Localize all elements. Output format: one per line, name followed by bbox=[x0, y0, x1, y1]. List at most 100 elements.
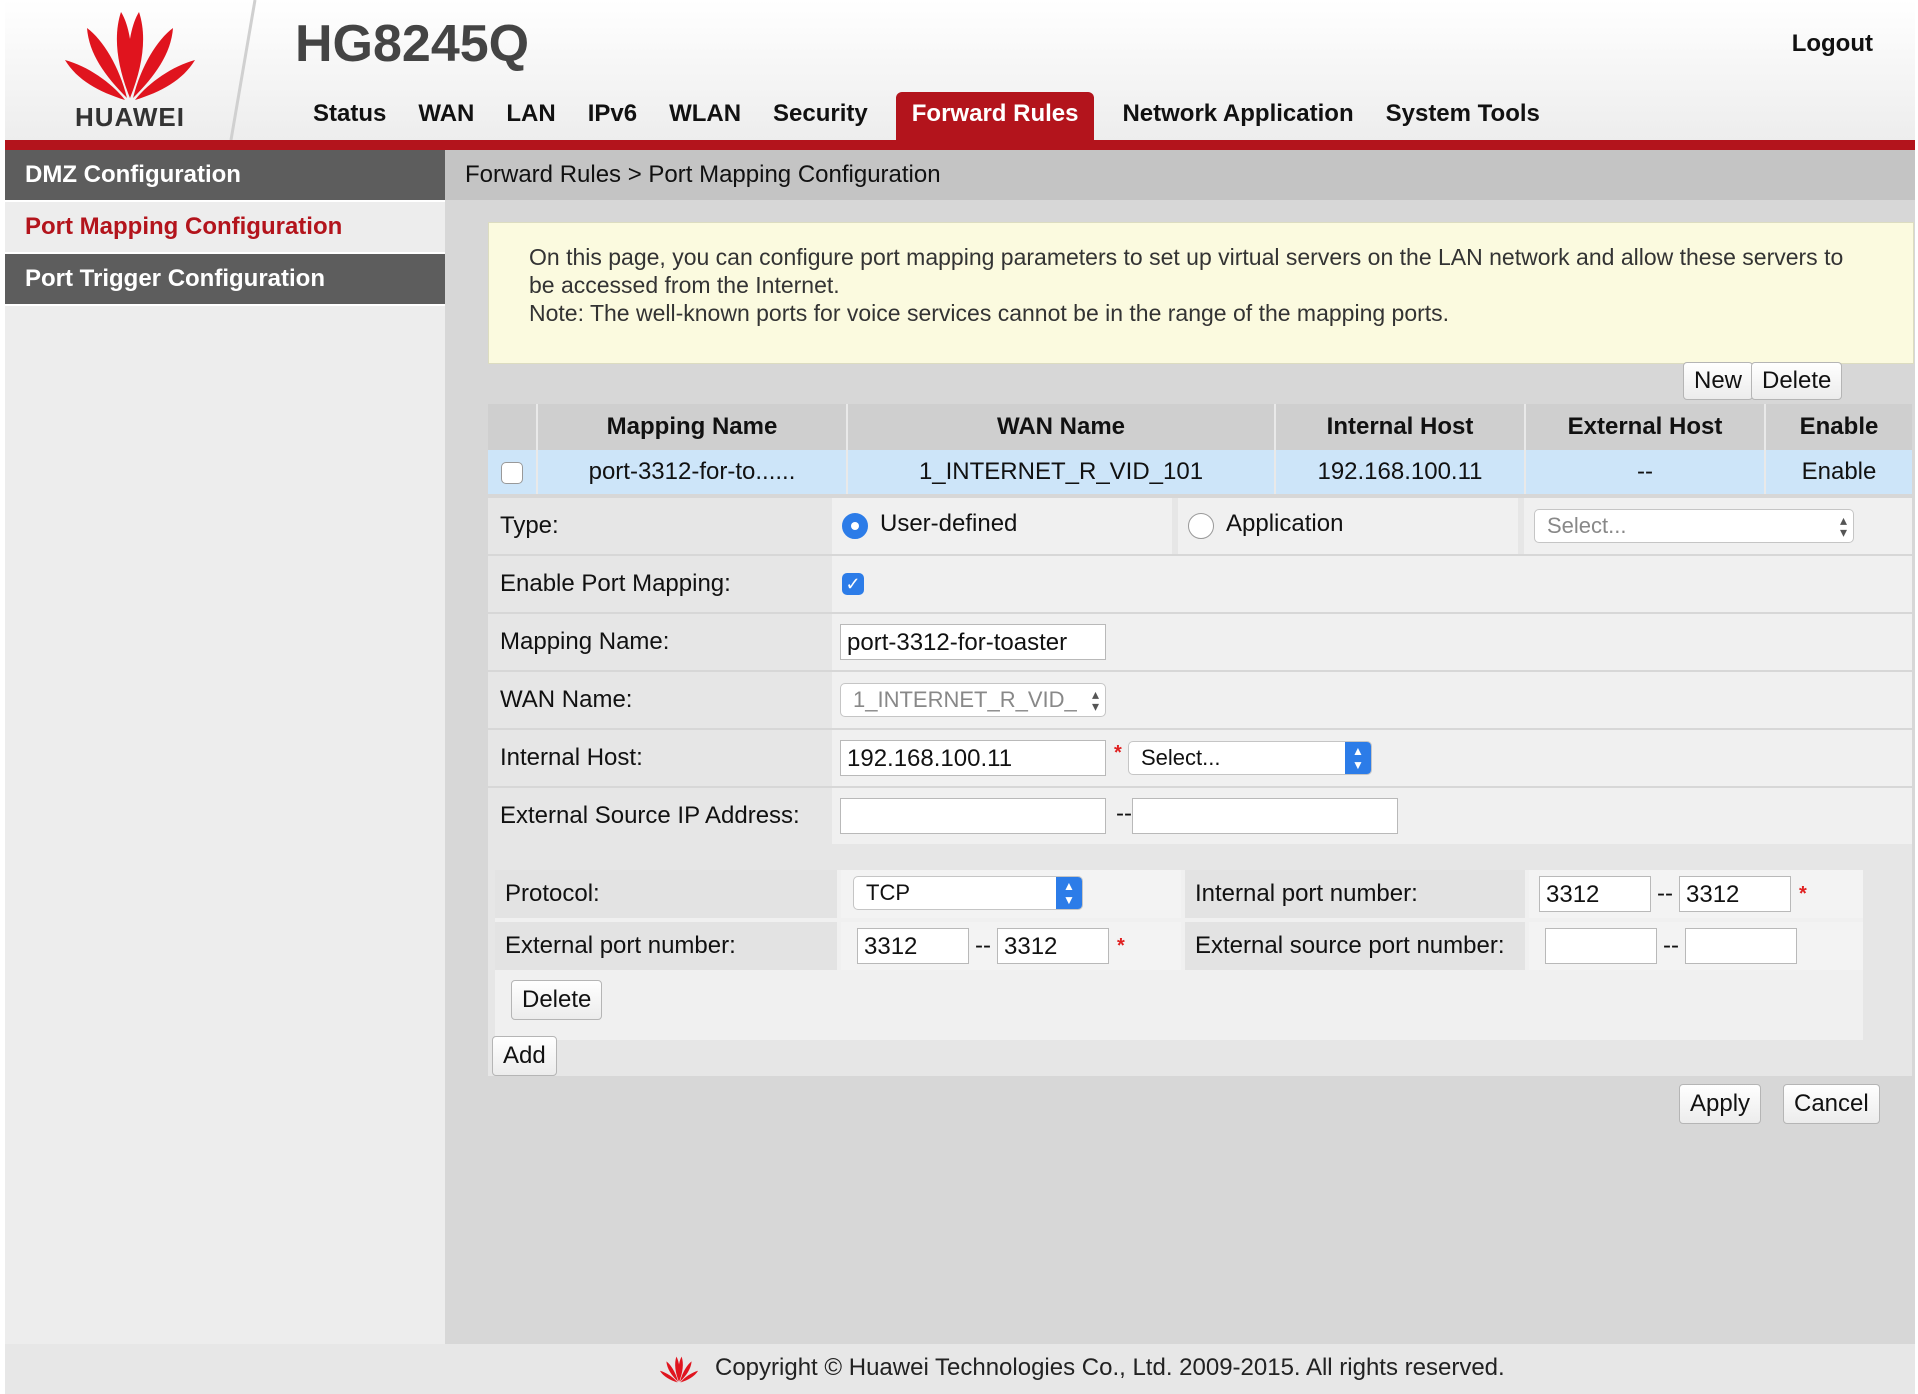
range-dash: -- bbox=[1657, 880, 1673, 907]
nav-network-application[interactable]: Network Application bbox=[1106, 92, 1369, 140]
main-nav: Status WAN LAN IPv6 WLAN Security Forwar… bbox=[297, 92, 1556, 140]
chevron-updown-icon: ▴ ▾ bbox=[1091, 686, 1099, 714]
external-source-ip-start-input[interactable] bbox=[840, 798, 1106, 834]
internal-port-end-input[interactable]: 3312 bbox=[1679, 876, 1791, 912]
info-notice: On this page, you can configure port map… bbox=[488, 222, 1914, 364]
nav-system-tools[interactable]: System Tools bbox=[1370, 92, 1556, 140]
cell-internal-host: 192.168.100.11 bbox=[1275, 450, 1526, 494]
application-select-cell: Select... ▴ ▾ bbox=[1524, 498, 1912, 554]
device-model: HG8245Q bbox=[295, 15, 530, 73]
external-source-ip-end-input[interactable] bbox=[1132, 798, 1398, 834]
type-user-defined-cell: User-defined bbox=[832, 498, 1172, 554]
chevron-updown-icon: ▲ ▼ bbox=[1056, 877, 1082, 909]
type-application-label: Application bbox=[1226, 510, 1344, 537]
delete-button[interactable]: Delete bbox=[1751, 362, 1843, 400]
internal-port-start-input[interactable]: 3312 bbox=[1539, 876, 1651, 912]
wan-name-select[interactable]: 1_INTERNET_R_VID_ ▴ ▾ bbox=[840, 683, 1106, 717]
header: HUAWEI HG8245Q Logout Status WAN LAN IPv… bbox=[5, 0, 1915, 140]
row-checkbox-cell bbox=[488, 450, 538, 494]
protocol-select-value: TCP bbox=[866, 880, 910, 905]
mapping-name-input[interactable]: port-3312-for-toaster bbox=[840, 624, 1106, 660]
type-label: Type: bbox=[488, 498, 830, 554]
cell-mapping-name: port-3312-for-to...... bbox=[537, 450, 848, 494]
delete-port-row-button[interactable]: Delete bbox=[511, 980, 603, 1020]
port-range-table: Protocol: TCP ▲ ▼ Internal port number: 3… bbox=[495, 870, 1863, 1040]
nav-security[interactable]: Security bbox=[757, 92, 884, 140]
cell-enable: Enable bbox=[1765, 450, 1912, 494]
wan-name-cell: 1_INTERNET_R_VID_ ▴ ▾ bbox=[832, 672, 1912, 728]
required-mark: * bbox=[1117, 935, 1125, 957]
internal-host-label: Internal Host: bbox=[488, 730, 830, 786]
type-row: Type: User-defined Application Select...… bbox=[488, 498, 1912, 556]
external-port-start-input[interactable]: 3312 bbox=[857, 928, 969, 964]
notice-note: Note: The well-known ports for voice ser… bbox=[529, 300, 1450, 326]
range-dash: -- bbox=[1663, 932, 1679, 959]
new-button[interactable]: New bbox=[1683, 362, 1754, 400]
protocol-cell: TCP ▲ ▼ bbox=[841, 870, 1181, 918]
brand-name: HUAWEI bbox=[75, 102, 185, 132]
cancel-button[interactable]: Cancel bbox=[1783, 1084, 1880, 1124]
apply-button[interactable]: Apply bbox=[1679, 1084, 1762, 1124]
internal-host-cell: 192.168.100.11 * Select... ▲ ▼ bbox=[832, 730, 1912, 786]
nav-ipv6[interactable]: IPv6 bbox=[572, 92, 653, 140]
external-source-port-start-input[interactable] bbox=[1545, 928, 1657, 964]
port-mapping-table: Mapping Name WAN Name Internal Host Exte… bbox=[488, 404, 1912, 494]
nav-wlan[interactable]: WLAN bbox=[653, 92, 757, 140]
copyright-text: Copyright © Huawei Technologies Co., Ltd… bbox=[715, 1354, 1505, 1381]
nav-forward-rules[interactable]: Forward Rules bbox=[895, 92, 1095, 140]
table-row[interactable]: port-3312-for-to...... 1_INTERNET_R_VID_… bbox=[488, 450, 1912, 494]
application-select[interactable]: Select... ▴ ▾ bbox=[1534, 509, 1854, 543]
internal-port-cell: 3312 -- 3312 * bbox=[1529, 870, 1863, 918]
wan-name-select-value: 1_INTERNET_R_VID_ bbox=[853, 687, 1077, 712]
internal-port-label: Internal port number: bbox=[1185, 870, 1525, 918]
sidebar-item-port-trigger-configuration[interactable]: Port Trigger Configuration bbox=[5, 254, 445, 306]
sidebar-item-port-mapping-configuration[interactable]: Port Mapping Configuration bbox=[5, 202, 445, 254]
external-source-ip-label: External Source IP Address: bbox=[488, 788, 830, 844]
main-content: Forward Rules > Port Mapping Configurati… bbox=[445, 150, 1915, 1344]
wan-name-row: WAN Name: 1_INTERNET_R_VID_ ▴ ▾ bbox=[488, 672, 1912, 730]
sidebar: DMZ Configuration Port Mapping Configura… bbox=[5, 150, 445, 1344]
huawei-logo: HUAWEI bbox=[55, 6, 205, 136]
add-button[interactable]: Add bbox=[492, 1036, 557, 1076]
type-application-radio[interactable] bbox=[1188, 513, 1214, 539]
nav-status[interactable]: Status bbox=[297, 92, 402, 140]
external-port-end-input[interactable]: 3312 bbox=[997, 928, 1109, 964]
col-internal-host: Internal Host bbox=[1275, 404, 1526, 450]
enable-row: Enable Port Mapping: ✓ bbox=[488, 556, 1912, 614]
col-mapping-name: Mapping Name bbox=[537, 404, 848, 450]
internal-host-select[interactable]: Select... ▲ ▼ bbox=[1128, 741, 1372, 775]
external-port-cell: 3312 -- 3312 * bbox=[841, 922, 1181, 970]
internal-host-select-value: Select... bbox=[1141, 745, 1221, 770]
notice-description: On this page, you can configure port map… bbox=[529, 244, 1844, 298]
sidebar-item-dmz-configuration[interactable]: DMZ Configuration bbox=[5, 150, 445, 202]
col-wan-name: WAN Name bbox=[847, 404, 1276, 450]
type-application-cell: Application bbox=[1178, 498, 1518, 554]
range-dash: -- bbox=[975, 932, 991, 959]
protocol-label: Protocol: bbox=[495, 870, 837, 918]
external-source-port-cell: -- bbox=[1529, 922, 1863, 970]
huawei-logo-icon bbox=[65, 12, 195, 100]
logout-link[interactable]: Logout bbox=[1792, 30, 1873, 58]
row-checkbox[interactable] bbox=[501, 461, 523, 484]
mapping-name-row: Mapping Name: port-3312-for-toaster bbox=[488, 614, 1912, 672]
external-source-port-end-input[interactable] bbox=[1685, 928, 1797, 964]
huawei-logo-small-icon bbox=[659, 1356, 699, 1383]
wan-name-label: WAN Name: bbox=[488, 672, 830, 728]
col-external-host: External Host bbox=[1525, 404, 1766, 450]
chevron-updown-icon: ▲ ▼ bbox=[1345, 742, 1371, 774]
internal-host-input[interactable]: 192.168.100.11 bbox=[840, 740, 1106, 776]
required-mark: * bbox=[1799, 883, 1807, 905]
protocol-select[interactable]: TCP ▲ ▼ bbox=[853, 876, 1083, 910]
header-divider bbox=[229, 0, 257, 140]
footer: Copyright © Huawei Technologies Co., Ltd… bbox=[5, 1344, 1915, 1394]
mapping-name-cell: port-3312-for-toaster bbox=[832, 614, 1912, 670]
enable-port-mapping-checkbox[interactable]: ✓ bbox=[842, 573, 864, 595]
header-accent-bar bbox=[5, 140, 1915, 150]
required-mark: * bbox=[1114, 742, 1122, 764]
type-user-defined-radio[interactable] bbox=[842, 513, 868, 539]
col-enable: Enable bbox=[1765, 404, 1912, 450]
nav-lan[interactable]: LAN bbox=[490, 92, 571, 140]
nav-wan[interactable]: WAN bbox=[402, 92, 490, 140]
range-dash: -- bbox=[1116, 800, 1132, 827]
external-port-label: External port number: bbox=[495, 922, 837, 970]
